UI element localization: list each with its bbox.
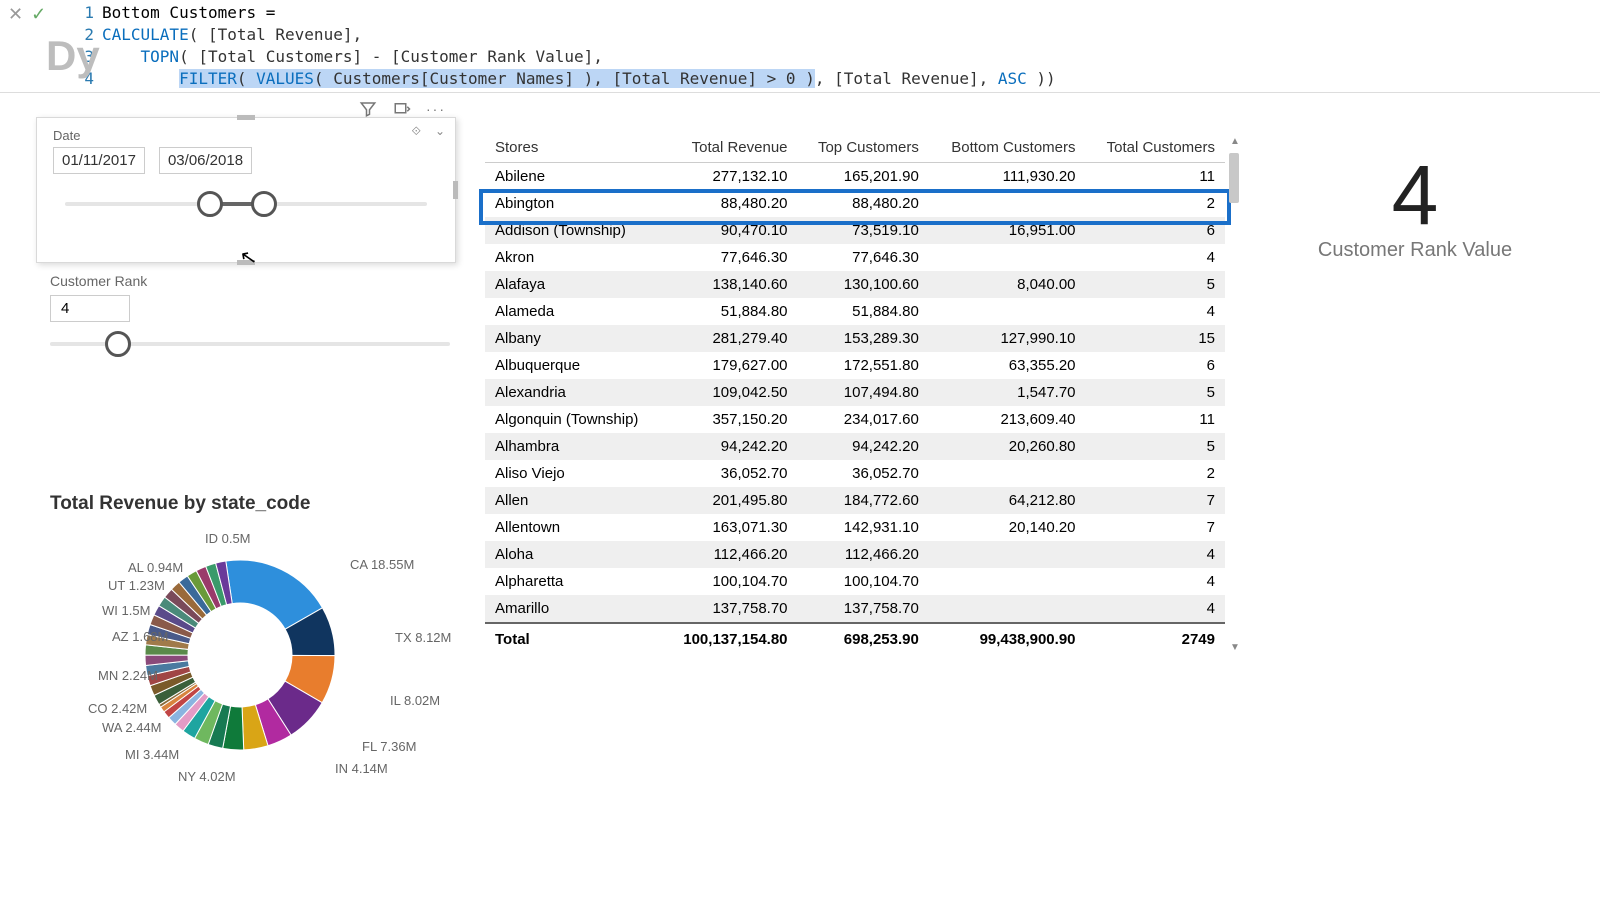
donut-label: AZ 1.68M [112, 629, 168, 644]
table-row[interactable]: Addison (Township)90,470.1073,519.1016,9… [485, 217, 1225, 244]
range-thumb[interactable] [105, 331, 131, 357]
column-header[interactable]: Total Revenue [663, 133, 798, 163]
range-thumb-start[interactable] [197, 191, 223, 217]
formula-bar: ✕ ✓ 1Bottom Customers = 2CALCULATE( [Tot… [0, 0, 1600, 93]
donut-label: UT 1.23M [108, 578, 165, 593]
table-row[interactable]: Allen201,495.80184,772.6064,212.807 [485, 487, 1225, 514]
date-from-input[interactable]: 01/11/2017 [53, 147, 145, 174]
donut-label: WI 1.5M [102, 603, 150, 618]
table-row[interactable]: Alexandria109,042.50107,494.801,547.705 [485, 379, 1225, 406]
donut-label: MN 2.24M [98, 668, 158, 683]
table-row[interactable]: Akron77,646.3077,646.304 [485, 244, 1225, 271]
table-row[interactable]: Aloha112,466.20112,466.204 [485, 541, 1225, 568]
table-row[interactable]: Aliso Viejo36,052.7036,052.702 [485, 460, 1225, 487]
table-row[interactable]: Albany281,279.40153,289.30127,990.1015 [485, 325, 1225, 352]
card-visual[interactable]: 4 Customer Rank Value [1260, 153, 1570, 262]
table-row[interactable]: Abilene277,132.10165,201.90111,930.2011 [485, 163, 1225, 191]
report-canvas: ··· ⟐ ⌄ Date 01/11/2017 03/06/2018 ↖ Cus… [0, 93, 1600, 898]
more-icon[interactable]: ··· [426, 99, 446, 119]
scroll-thumb[interactable] [1229, 153, 1239, 203]
date-to-input[interactable]: 03/06/2018 [159, 147, 252, 174]
date-range-track[interactable] [65, 202, 427, 206]
donut-label: ID 0.5M [205, 531, 251, 546]
table-row[interactable]: Albuquerque179,627.00172,551.8063,355.20… [485, 352, 1225, 379]
column-header[interactable]: Stores [485, 133, 663, 163]
chevron-down-icon[interactable]: ⌄ [435, 124, 445, 138]
donut-label: MI 3.44M [125, 747, 179, 762]
donut-label: NY 4.02M [178, 769, 236, 784]
visual-header-icons: ··· [358, 99, 446, 119]
rank-value-input[interactable]: 4 [50, 295, 130, 322]
pin-icon[interactable]: ⟐ [412, 124, 421, 139]
commit-formula-icon[interactable]: ✓ [31, 4, 46, 25]
card-value: 4 [1260, 153, 1570, 237]
resize-handle[interactable] [453, 181, 458, 199]
table-scrollbar[interactable]: ▲ ▼ [1227, 133, 1243, 655]
scroll-up-icon[interactable]: ▲ [1227, 133, 1243, 149]
donut-label: CO 2.42M [88, 701, 147, 716]
filter-icon[interactable] [358, 99, 378, 119]
watermark-text: Dy [46, 32, 100, 80]
rank-range-track[interactable] [50, 342, 450, 346]
donut-label: AL 0.94M [128, 560, 183, 575]
stores-table[interactable]: StoresTotal RevenueTop CustomersBottom C… [485, 133, 1225, 655]
column-header[interactable]: Total Customers [1086, 133, 1225, 163]
table-row[interactable]: Alhambra94,242.2094,242.2020,260.805 [485, 433, 1225, 460]
cancel-formula-icon[interactable]: ✕ [8, 4, 23, 25]
scroll-down-icon[interactable]: ▼ [1227, 639, 1243, 655]
rank-slicer-label: Customer Rank [50, 273, 450, 289]
formula-editor[interactable]: 1Bottom Customers = 2CALCULATE( [Total R… [80, 2, 1600, 90]
column-header[interactable]: Bottom Customers [929, 133, 1086, 163]
range-thumb-end[interactable] [251, 191, 277, 217]
card-label: Customer Rank Value [1260, 239, 1570, 262]
date-slicer[interactable]: ⟐ ⌄ Date 01/11/2017 03/06/2018 ↖ [36, 117, 456, 263]
table-row[interactable]: Algonquin (Township)357,150.20234,017.60… [485, 406, 1225, 433]
table-row[interactable]: Alafaya138,140.60130,100.608,040.005 [485, 271, 1225, 298]
chart-title: Total Revenue by state_code [50, 493, 470, 515]
table-row[interactable]: Allentown163,071.30142,931.1020,140.207 [485, 514, 1225, 541]
table-row[interactable]: Alameda51,884.8051,884.804 [485, 298, 1225, 325]
donut-label: IL 8.02M [390, 693, 440, 708]
customer-rank-slicer[interactable]: Customer Rank 4 [50, 273, 450, 346]
focus-icon[interactable] [392, 99, 412, 119]
table-row[interactable]: Abington88,480.2088,480.202 [485, 190, 1225, 217]
donut-label: IN 4.14M [335, 761, 388, 776]
donut-label: WA 2.44M [102, 720, 161, 735]
resize-handle[interactable] [237, 115, 255, 120]
donut-chart[interactable]: Total Revenue by state_code CA 18.55M TX … [50, 493, 470, 845]
donut-label: TX 8.12M [395, 630, 451, 645]
donut-label: FL 7.36M [362, 739, 416, 754]
table-row[interactable]: Amarillo137,758.70137,758.704 [485, 595, 1225, 623]
table-row[interactable]: Alpharetta100,104.70100,104.704 [485, 568, 1225, 595]
column-header[interactable]: Top Customers [798, 133, 929, 163]
date-slicer-label: Date [37, 118, 455, 147]
cursor-icon: ↖ [238, 244, 259, 272]
donut-label: CA 18.55M [350, 557, 414, 572]
